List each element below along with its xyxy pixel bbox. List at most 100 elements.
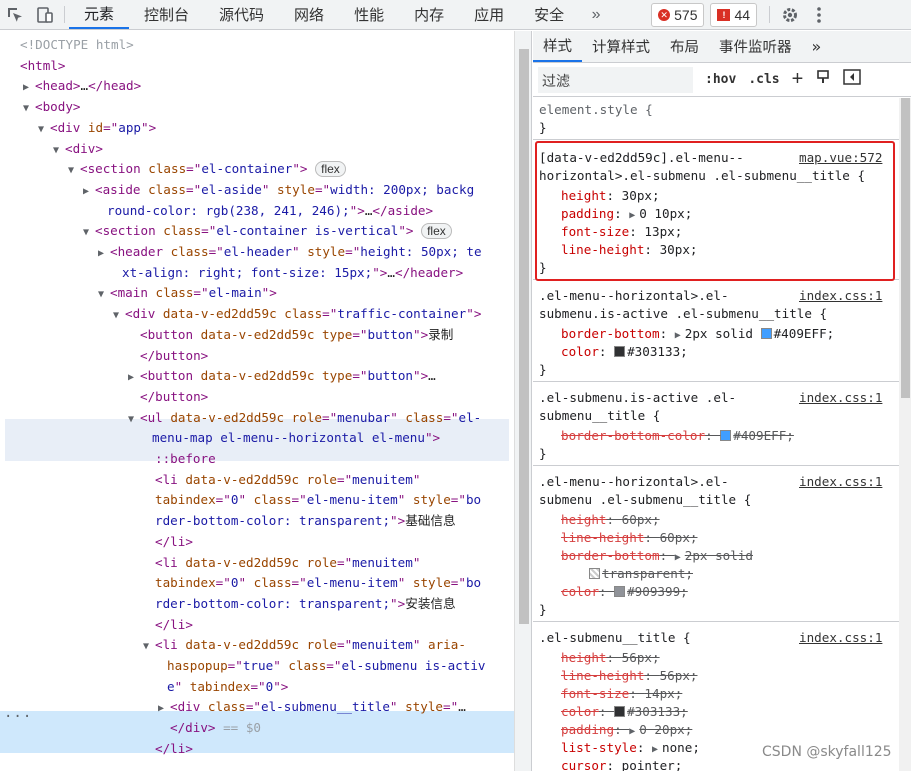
styles-tab-3[interactable]: 事件监听器 <box>709 31 802 62</box>
property-name[interactable]: height <box>561 650 607 665</box>
property-name[interactable]: border-bottom-color <box>561 428 705 443</box>
property-value[interactable]: 14px; <box>644 686 682 701</box>
styles-tab-1[interactable]: 计算样式 <box>582 31 660 62</box>
dom-node-line[interactable]: </li> <box>155 739 193 760</box>
tab-5[interactable]: 内存 <box>399 0 459 29</box>
property-value[interactable]: 2px solid <box>685 326 761 341</box>
elements-scrollbar[interactable] <box>514 31 532 771</box>
warning-count-badge[interactable]: ! 44 <box>710 3 758 27</box>
property-value[interactable]: transparent; <box>602 566 693 581</box>
expand-arrow-icon[interactable]: ▶ <box>98 244 110 264</box>
property-name[interactable]: list-style <box>561 740 637 755</box>
dom-node-line[interactable]: ▶ <button data-v-ed2dd59c type="button">… <box>128 366 436 387</box>
rule-selector[interactable]: .el-menu--horizontal>.el- <box>539 474 729 489</box>
rule-selector[interactable]: submenu.is-active .el-submenu__title { <box>539 306 827 321</box>
dom-node-line[interactable]: rder-bottom-color: transparent;">安装信息 <box>155 594 456 615</box>
collapse-arrow-icon[interactable]: ▼ <box>128 410 140 430</box>
node-actions-ellipsis-icon[interactable]: ··· <box>4 709 32 725</box>
dom-node-line[interactable]: round-color: rgb(238, 241, 246);">…</asi… <box>107 201 433 222</box>
property-name[interactable]: color <box>561 344 599 359</box>
dom-node-line[interactable]: ▼ <ul data-v-ed2dd59c role="menubar" clas… <box>128 408 481 429</box>
tab-1[interactable]: 控制台 <box>129 0 204 29</box>
dom-node-line[interactable]: <li data-v-ed2dd59c role="menuitem" <box>155 470 420 491</box>
rule-selector[interactable]: .el-submenu.is-active .el- <box>539 390 736 405</box>
property-name[interactable]: cursor <box>561 758 607 771</box>
toggle-sidebar-icon[interactable] <box>843 69 862 90</box>
property-name[interactable]: padding <box>561 722 614 737</box>
styles-scrollbar[interactable] <box>899 98 911 771</box>
tab-7[interactable]: 安全 <box>519 0 579 29</box>
property-name[interactable]: line-height <box>561 668 644 683</box>
dom-node-line[interactable]: ▼ <main class="el-main"> <box>98 283 277 304</box>
flex-badge[interactable]: flex <box>315 161 346 178</box>
property-value[interactable]: #303133; <box>627 344 688 359</box>
scrollbar-thumb[interactable] <box>901 98 910 398</box>
dom-node-line[interactable]: </li> <box>155 615 193 636</box>
dom-node-line[interactable]: ▼ <div> <box>53 139 103 160</box>
tab-3[interactable]: 网络 <box>279 0 339 29</box>
dom-node-line[interactable]: ▼ <div id="app"> <box>38 118 156 139</box>
collapse-arrow-icon[interactable]: ▼ <box>113 306 125 326</box>
dom-node-line[interactable]: menu-map el-menu--horizontal el-menu"> <box>152 428 440 449</box>
dom-node-line[interactable]: tabindex="0" class="el-menu-item" style=… <box>155 573 481 594</box>
dom-node-line[interactable]: tabindex="0" class="el-menu-item" style=… <box>155 490 481 511</box>
tab-6[interactable]: 应用 <box>459 0 519 29</box>
property-name[interactable]: border-bottom <box>561 326 660 341</box>
tab-2[interactable]: 源代码 <box>204 0 279 29</box>
property-name[interactable]: font-size <box>561 686 629 701</box>
property-value[interactable]: 2px solid <box>685 548 753 563</box>
dom-node-line[interactable]: e" tabindex="0"> <box>167 677 288 698</box>
expand-arrow-icon[interactable]: ▶ <box>23 78 35 98</box>
property-value[interactable]: 56px; <box>622 650 660 665</box>
collapse-arrow-icon[interactable]: ▼ <box>68 161 80 181</box>
dom-node-line[interactable]: ▶ <head>…</head> <box>23 76 141 97</box>
dom-node-line[interactable]: ▶ <aside class="el-aside" style="width: 2… <box>83 180 474 201</box>
dom-node-line[interactable]: </button> <box>140 346 208 367</box>
property-name[interactable]: color <box>561 584 599 599</box>
collapse-arrow-icon[interactable]: ▼ <box>143 637 155 657</box>
styles-tab-2[interactable]: 布局 <box>660 31 709 62</box>
expand-arrow-icon[interactable]: ▶ <box>128 368 140 388</box>
collapse-arrow-icon[interactable]: ▼ <box>38 120 50 140</box>
property-name[interactable]: line-height <box>561 530 644 545</box>
kebab-menu-icon[interactable] <box>806 0 832 29</box>
paint-bucket-icon[interactable] <box>815 69 831 90</box>
inspect-element-icon[interactable] <box>0 0 30 29</box>
dom-node-line[interactable]: <html> <box>20 56 66 77</box>
styles-more-tabs-button[interactable]: » <box>802 31 832 62</box>
color-swatch[interactable] <box>720 430 732 441</box>
dom-node-line[interactable]: </li> <box>155 532 193 553</box>
dom-node-line[interactable]: ▼ <div data-v-ed2dd59c class="traffic-con… <box>113 304 481 325</box>
property-name[interactable]: border-bottom <box>561 548 660 563</box>
device-toolbar-icon[interactable] <box>30 0 60 29</box>
hov-toggle[interactable]: :hov <box>705 72 736 87</box>
color-swatch[interactable] <box>614 346 626 357</box>
dom-node-line[interactable]: ::before <box>155 449 216 470</box>
dom-node-line[interactable]: ▼ <section class="el-container is-vertica… <box>83 221 452 242</box>
property-value[interactable]: 60px; <box>622 512 660 527</box>
property-value[interactable]: pointer; <box>622 758 683 771</box>
dom-node-line[interactable]: </button> <box>140 387 208 408</box>
styles-tab-0[interactable]: 样式 <box>533 31 582 62</box>
dom-node-line[interactable]: ▶ <div class="el-submenu__title" style="… <box>158 697 466 718</box>
rule-selector[interactable]: .el-menu--horizontal>.el- <box>539 288 729 303</box>
collapse-arrow-icon[interactable]: ▼ <box>83 223 95 243</box>
dom-node-line[interactable]: rder-bottom-color: transparent;">基础信息 <box>155 511 456 532</box>
dom-node-line[interactable]: <button data-v-ed2dd59c type="button">录制 <box>140 325 453 346</box>
dom-node-line[interactable]: ▼ <section class="el-container"> flex <box>68 159 346 180</box>
collapse-arrow-icon[interactable]: ▼ <box>53 141 65 161</box>
error-count-badge[interactable]: ✕ 575 <box>651 3 705 27</box>
property-value[interactable]: none; <box>662 740 700 755</box>
color-swatch[interactable] <box>614 586 626 597</box>
property-value[interactable]: #409EFF; <box>733 428 794 443</box>
tab-4[interactable]: 性能 <box>339 0 399 29</box>
dom-node-line[interactable]: <li data-v-ed2dd59c role="menuitem" <box>155 553 420 574</box>
dom-node-line[interactable]: xt-align: right; font-size: 15px;">…</he… <box>122 263 463 284</box>
property-value[interactable]: #303133; <box>627 704 688 719</box>
property-value[interactable]: 56px; <box>660 668 698 683</box>
rule-selector[interactable]: submenu .el-submenu__title { <box>539 492 751 507</box>
expand-arrow-icon[interactable]: ▶ <box>83 182 95 202</box>
more-tabs-button[interactable]: » <box>579 0 613 29</box>
property-value[interactable]: #909399; <box>627 584 688 599</box>
rule-selector[interactable]: .el-submenu__title { <box>539 630 691 645</box>
